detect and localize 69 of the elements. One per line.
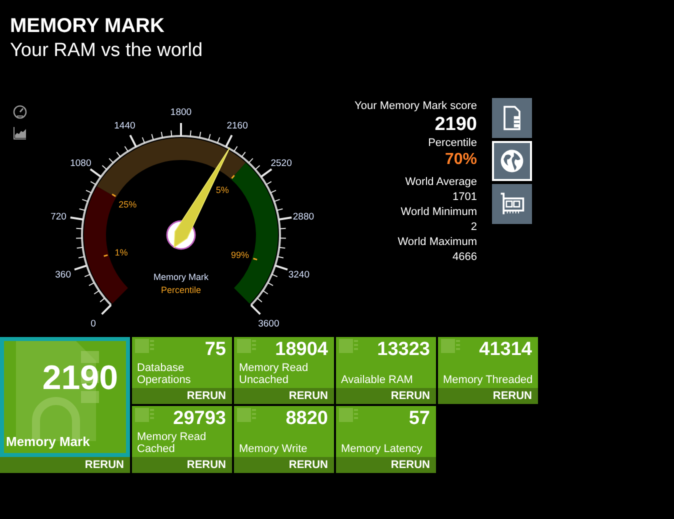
tile-label: Memory Read Uncached bbox=[239, 362, 310, 386]
tile-label: Memory Latency bbox=[341, 443, 424, 455]
rerun-button[interactable]: RERUN bbox=[234, 457, 334, 473]
percentile-tick bbox=[253, 258, 258, 260]
rerun-button[interactable]: RERUN bbox=[336, 457, 436, 473]
globe-view-button[interactable] bbox=[492, 141, 532, 181]
tile-label: Database Operations bbox=[137, 362, 192, 386]
tile-score: 57 bbox=[408, 409, 430, 429]
percentile-tick bbox=[112, 194, 116, 197]
stat-label: World Average bbox=[404, 175, 477, 190]
scale-label: 3240 bbox=[288, 269, 310, 280]
percentile-mark: 1% bbox=[114, 247, 128, 258]
memory-chip-icon bbox=[339, 339, 359, 353]
rerun-button[interactable]: RERUN bbox=[132, 388, 232, 404]
memory-chip-icon bbox=[135, 408, 155, 422]
tile-label: Memory Mark bbox=[6, 434, 90, 449]
page-subtitle: Your RAM vs the world bbox=[10, 39, 204, 63]
tile-label: Available RAM bbox=[341, 374, 414, 386]
stat-label: World Maximum bbox=[396, 235, 477, 250]
percentile-value: 70% bbox=[444, 150, 477, 170]
document-view-button[interactable] bbox=[492, 98, 532, 138]
memory-chip-icon bbox=[237, 408, 257, 422]
percentile-mark: 99% bbox=[230, 250, 249, 260]
percentile-mark: 25% bbox=[118, 199, 137, 210]
rerun-button[interactable]: RERUN bbox=[336, 388, 436, 404]
tile-score: 75 bbox=[204, 340, 226, 360]
speedometer-icon[interactable] bbox=[13, 105, 27, 119]
stat-value: 2 bbox=[470, 220, 477, 235]
gauge-subcaption: Percentile bbox=[160, 285, 202, 295]
gauge-caption: Memory Mark bbox=[154, 272, 208, 282]
tile-label: Memory Write bbox=[239, 443, 308, 455]
score-label: Your Memory Mark score bbox=[354, 99, 477, 113]
scale-label: 2520 bbox=[270, 158, 292, 170]
memory-chip-icon bbox=[237, 339, 257, 353]
scale-label: 360 bbox=[55, 269, 71, 280]
tile-score: 29793 bbox=[173, 409, 226, 429]
tile-score: 41314 bbox=[479, 340, 532, 360]
scale-label: 720 bbox=[50, 212, 66, 223]
scale-label: 0 bbox=[90, 318, 96, 330]
memory-chip-icon bbox=[339, 408, 359, 422]
tile-score: 13323 bbox=[377, 340, 430, 360]
tile-score: 8820 bbox=[286, 409, 328, 429]
scale-label: 1440 bbox=[114, 120, 136, 132]
scale-label: 3600 bbox=[258, 318, 280, 330]
score-value: 2190 bbox=[434, 113, 477, 137]
percentile-tick bbox=[231, 174, 235, 179]
chart-icon[interactable] bbox=[13, 126, 27, 140]
rerun-button[interactable]: RERUN bbox=[438, 388, 538, 404]
memory-chip-icon bbox=[441, 339, 461, 353]
stat-value: 1701 bbox=[452, 190, 477, 205]
tile-label: Memory Read Cached bbox=[137, 431, 208, 455]
percentile-tick bbox=[104, 254, 108, 257]
stat-value: 4666 bbox=[452, 250, 477, 265]
percentile-label: Percentile bbox=[427, 137, 477, 150]
rerun-button[interactable]: RERUN bbox=[234, 388, 334, 404]
scale-label: 1080 bbox=[70, 158, 92, 170]
card-view-button[interactable] bbox=[492, 184, 532, 224]
tile-label: Memory Threaded bbox=[443, 374, 534, 386]
scale-label: 1800 bbox=[170, 107, 192, 118]
globe-icon bbox=[498, 147, 526, 175]
scale-label: 2880 bbox=[292, 212, 314, 223]
rerun-button[interactable]: RERUN bbox=[132, 457, 232, 473]
scale-label: 2160 bbox=[226, 120, 248, 132]
memory-chip-icon bbox=[135, 339, 155, 353]
tile-score: 18904 bbox=[275, 340, 328, 360]
tile-score: 2190 bbox=[42, 359, 118, 398]
stat-label: World Minimum bbox=[400, 205, 477, 220]
page-title: MEMORY MARK bbox=[10, 14, 166, 38]
percentile-mark: 5% bbox=[216, 184, 229, 195]
